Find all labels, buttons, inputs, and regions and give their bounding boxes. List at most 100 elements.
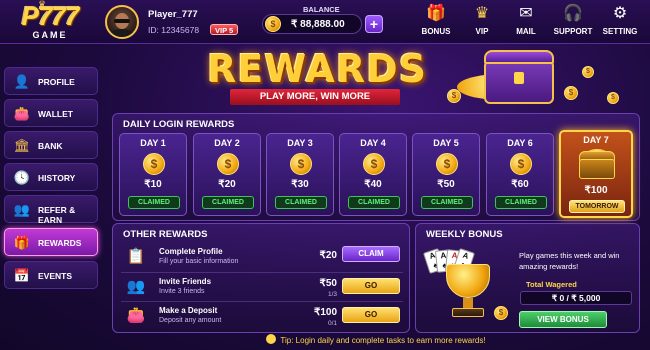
task-reward: ₹100 — [313, 307, 337, 318]
nav-vip[interactable]: ♛ VIP — [457, 4, 507, 36]
nav-mail[interactable]: ✉ MAIL — [501, 4, 551, 36]
clock-icon: 🕓 — [13, 170, 31, 185]
claimed-badge: CLAIMED — [348, 196, 400, 209]
coin-icon: $ — [436, 153, 458, 175]
sidebar-item-bank[interactable]: 🏛 BANK — [4, 131, 98, 159]
top-bar: ♛ P777 GAME Player_777 ID: 12345678 VIP … — [0, 0, 650, 44]
task-reward: ₹50 — [319, 278, 338, 289]
vip-badge: VIP 5 — [210, 24, 239, 35]
day-card-day-7[interactable]: DAY 7 ₹100 TOMORROW — [559, 130, 633, 218]
day-amount: ₹100 — [584, 185, 608, 196]
player-name: Player_777 — [148, 9, 198, 20]
sidebar: 👤 PROFILE 👛 WALLET 🏛 BANK 🕓 HISTORY 👥 RE… — [4, 63, 100, 293]
weekly-bonus-panel: WEEKLY BONUS A♠ A♠ A♥ A♣ $ Play games th… — [415, 223, 640, 333]
avatar[interactable] — [105, 5, 139, 39]
day-label: DAY 3 — [287, 138, 313, 148]
coin-icon: $ — [265, 16, 281, 32]
sidebar-item-history[interactable]: 🕓 HISTORY — [4, 163, 98, 191]
view-bonus-button[interactable]: VIEW BONUS — [519, 311, 607, 328]
task-progress: 0/1 — [327, 320, 337, 327]
users-icon: 👥 — [13, 202, 31, 217]
claimed-badge: CLAIMED — [421, 196, 473, 209]
headset-icon: 🎧 — [563, 5, 583, 22]
task-reward: ₹20 — [319, 250, 338, 261]
coin-icon: $ — [510, 153, 532, 175]
trophy-icon: A♠ A♠ A♥ A♣ $ — [422, 246, 514, 328]
coin-icon: $ — [564, 86, 578, 100]
coin-icon: $ — [607, 92, 619, 104]
day-card[interactable]: DAY 6 $ ₹60 CLAIMED — [486, 133, 554, 216]
sidebar-item-wallet[interactable]: 👛 WALLET — [4, 99, 98, 127]
nav-bonus[interactable]: 🎁 BONUS — [411, 4, 461, 36]
wager-value: ₹ 0 / ₹ 5,000 — [520, 291, 632, 305]
go-button[interactable]: GO — [342, 307, 400, 323]
day-card[interactable]: DAY 4 $ ₹40 CLAIMED — [339, 133, 407, 216]
sidebar-item-label: REFER & EARN — [38, 205, 76, 225]
gift-icon: 🎁 — [13, 235, 31, 250]
coin-icon: $ — [290, 153, 312, 175]
crown-icon: ♛ — [474, 5, 490, 22]
sidebar-item-label: PROFILE — [38, 77, 75, 87]
treasure-chest-icon — [579, 149, 615, 179]
mail-icon: ✉ — [519, 5, 533, 22]
day-card[interactable]: DAY 2 $ ₹20 CLAIMED — [193, 133, 261, 216]
sidebar-item-label: REWARDS — [38, 238, 82, 248]
balance-label: BALANCE — [303, 5, 340, 14]
sidebar-item-label: BANK — [38, 141, 63, 151]
day-amount: ₹30 — [291, 179, 309, 190]
add-funds-button[interactable]: + — [365, 15, 383, 33]
claimed-badge: CLAIMED — [495, 196, 547, 209]
wallet-icon: 👛 — [13, 106, 31, 121]
day-label: DAY 6 — [507, 138, 533, 148]
rewards-banner: REWARDS PLAY MORE, WIN MORE $ $ $ $ — [112, 44, 640, 112]
nav-label: MAIL — [516, 27, 536, 36]
coin-icon: $ — [143, 153, 165, 175]
section-title: WEEKLY BONUS — [426, 229, 503, 240]
day-label: DAY 1 — [140, 138, 166, 148]
day-amount: ₹40 — [364, 179, 382, 190]
task-row: 👥 Invite Friends Invite 3 friends ₹50 1/… — [121, 272, 403, 300]
nav-label: BONUS — [421, 27, 451, 36]
nav-label: VIP — [475, 27, 489, 36]
claimed-badge: CLAIMED — [275, 196, 327, 209]
user-icon: 👤 — [13, 74, 31, 89]
task-description: Invite 3 friends — [159, 288, 205, 295]
nav-label: SUPPORT — [553, 27, 593, 36]
day-amount: ₹50 — [437, 179, 455, 190]
sidebar-item-rewards[interactable]: 🎁 REWARDS — [4, 228, 98, 256]
sidebar-item-label: EVENTS — [38, 271, 73, 281]
brand-logo[interactable]: ♛ P777 GAME — [8, 0, 92, 43]
day-label: DAY 5 — [433, 138, 459, 148]
balance-value: ₹ 88,888.00 — [291, 19, 345, 30]
banner-subtitle: PLAY MORE, WIN MORE — [230, 89, 400, 105]
day-label: DAY 7 — [583, 135, 609, 145]
claim-button[interactable]: CLAIM — [342, 246, 400, 262]
weekly-description: Play games this week and win amazing rew… — [519, 251, 620, 271]
sidebar-item-refer-earn[interactable]: 👥 REFER & EARN — [4, 195, 98, 225]
task-name: Complete Profile — [159, 247, 223, 256]
sidebar-item-events[interactable]: 📅 EVENTS — [4, 261, 98, 289]
nav-setting[interactable]: ⚙ SETTING — [595, 4, 645, 36]
gear-icon: ⚙ — [612, 5, 628, 22]
day-amount: ₹10 — [144, 179, 162, 190]
logo-subtext: GAME — [32, 30, 68, 40]
day-card[interactable]: DAY 5 $ ₹50 CLAIMED — [412, 133, 480, 216]
wager-label: Total Wagered — [526, 280, 577, 289]
task-name: Make a Deposit — [159, 306, 218, 315]
other-rewards-panel: OTHER REWARDS 📋 Complete Profile Fill yo… — [112, 223, 410, 333]
nav-label: SETTING — [602, 27, 638, 36]
day-card[interactable]: DAY 3 $ ₹30 CLAIMED — [266, 133, 334, 216]
player-id: ID: 12345678 — [148, 25, 200, 35]
task-row: 👛 Make a Deposit Deposit any amount ₹100… — [121, 301, 403, 329]
section-title: DAILY LOGIN REWARDS — [123, 119, 235, 130]
nav-support[interactable]: 🎧 SUPPORT — [548, 4, 598, 36]
go-button[interactable]: GO — [342, 278, 400, 294]
coin-icon: $ — [217, 153, 239, 175]
section-title: OTHER REWARDS — [123, 229, 208, 240]
sidebar-item-profile[interactable]: 👤 PROFILE — [4, 67, 98, 95]
task-description: Deposit any amount — [159, 317, 222, 324]
day-card[interactable]: DAY 1 $ ₹10 CLAIMED — [119, 133, 187, 216]
crown-icon: ♛ — [38, 0, 47, 9]
page-title: REWARDS — [207, 47, 428, 91]
coin-icon: $ — [582, 66, 594, 78]
